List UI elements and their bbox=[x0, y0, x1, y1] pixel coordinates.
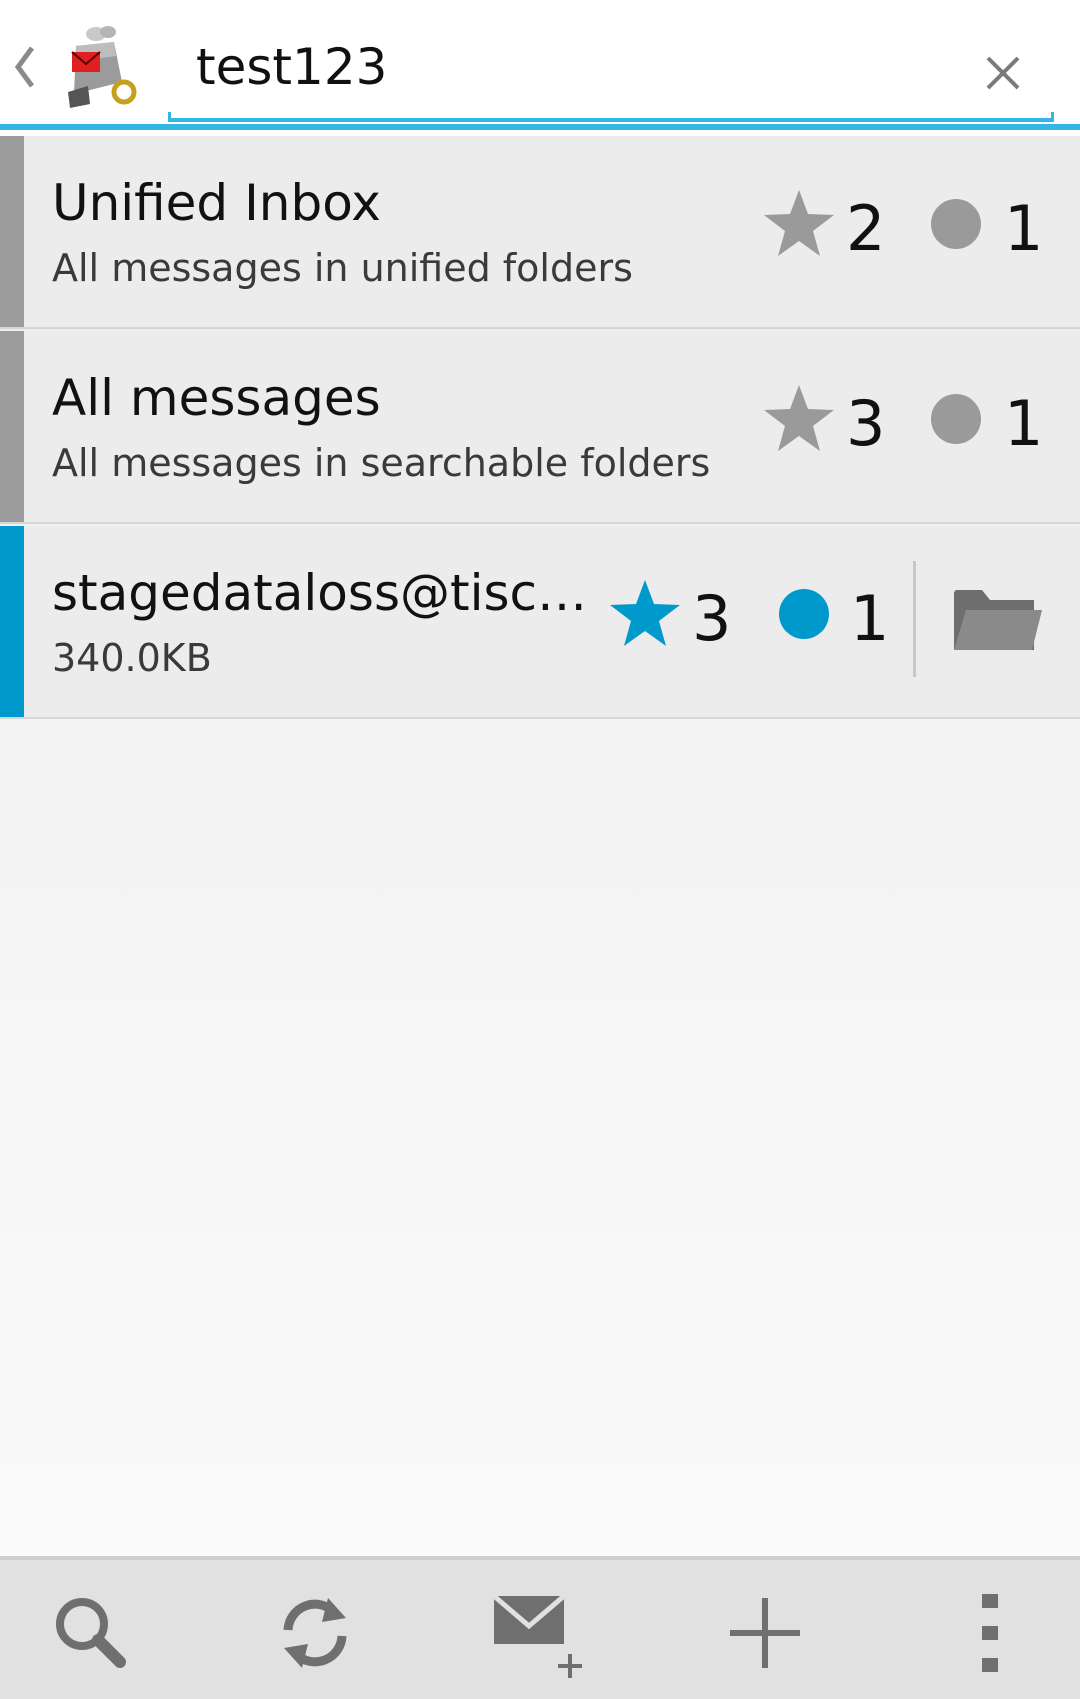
search-input[interactable] bbox=[196, 32, 936, 102]
app-logo-icon[interactable] bbox=[58, 22, 138, 112]
flagged-star-icon[interactable] bbox=[762, 383, 836, 457]
folder-color-stripe bbox=[0, 331, 24, 522]
flagged-star-icon[interactable] bbox=[608, 578, 682, 652]
unread-dot-icon[interactable] bbox=[930, 198, 982, 254]
search-field[interactable] bbox=[168, 18, 1054, 122]
bottom-action-bar bbox=[0, 1556, 1080, 1699]
folder-list: Unified Inbox All messages in unified fo… bbox=[0, 136, 1080, 1556]
folder-subtitle: All messages in searchable folders bbox=[52, 441, 711, 485]
account-color-stripe bbox=[0, 526, 24, 717]
row-divider bbox=[913, 561, 916, 677]
search-underline bbox=[168, 112, 1054, 122]
folder-row-all-messages[interactable]: All messages All messages in searchable … bbox=[0, 331, 1080, 524]
flagged-count: 3 bbox=[692, 582, 732, 655]
back-chevron-icon[interactable] bbox=[10, 42, 40, 92]
add-icon[interactable] bbox=[720, 1588, 810, 1678]
refresh-icon[interactable] bbox=[270, 1588, 360, 1678]
account-row[interactable]: stagedataloss@tisc… 340.0KB 3 1 bbox=[0, 526, 1080, 719]
unread-count: 1 bbox=[1004, 192, 1044, 265]
clear-search-icon[interactable] bbox=[972, 44, 1032, 104]
folder-subtitle: All messages in unified folders bbox=[52, 246, 633, 290]
folder-color-stripe bbox=[0, 136, 24, 327]
compose-icon[interactable] bbox=[490, 1588, 590, 1678]
folder-title: Unified Inbox bbox=[52, 174, 381, 232]
account-title: stagedataloss@tisc… bbox=[52, 564, 588, 622]
flagged-count: 2 bbox=[846, 192, 886, 265]
unread-dot-icon[interactable] bbox=[778, 588, 830, 644]
search-icon[interactable] bbox=[48, 1588, 138, 1678]
folder-row-unified-inbox[interactable]: Unified Inbox All messages in unified fo… bbox=[0, 136, 1080, 329]
overflow-menu-icon[interactable] bbox=[960, 1588, 1020, 1678]
flagged-count: 3 bbox=[846, 387, 886, 460]
folder-title: All messages bbox=[52, 369, 381, 427]
account-size: 340.0KB bbox=[52, 636, 212, 680]
folder-icon[interactable] bbox=[952, 586, 1044, 656]
action-bar bbox=[0, 0, 1080, 130]
unread-count: 1 bbox=[1004, 387, 1044, 460]
flagged-star-icon[interactable] bbox=[762, 188, 836, 262]
unread-dot-icon[interactable] bbox=[930, 393, 982, 449]
unread-count: 1 bbox=[850, 582, 890, 655]
